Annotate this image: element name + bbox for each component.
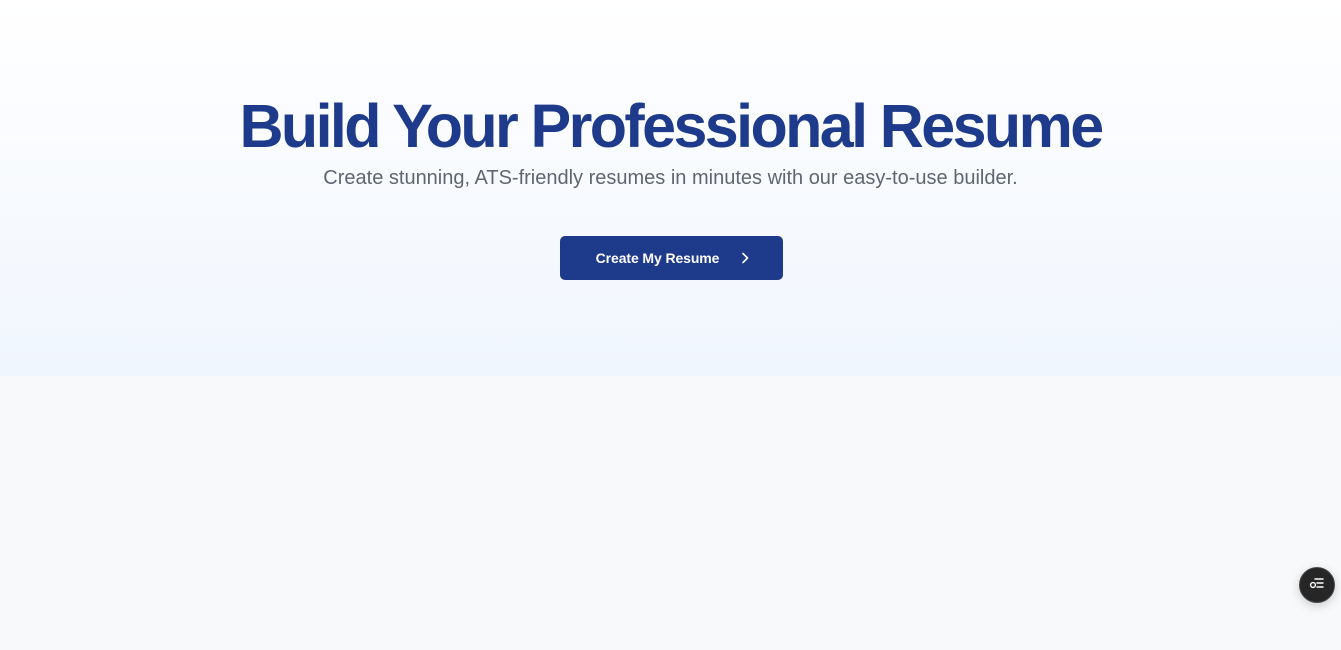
chevron-right-icon xyxy=(737,250,753,266)
hero-section: Build Your Professional Resume Create st… xyxy=(0,0,1341,376)
create-resume-button[interactable]: Create My Resume xyxy=(560,236,783,280)
hero-subtitle: Create stunning, ATS-friendly resumes in… xyxy=(323,167,1018,189)
floating-settings-button[interactable] xyxy=(1299,567,1335,603)
toggle-list-icon xyxy=(1308,574,1326,597)
create-resume-button-label: Create My Resume xyxy=(595,250,720,266)
hero-title: Build Your Professional Resume xyxy=(239,92,1104,160)
